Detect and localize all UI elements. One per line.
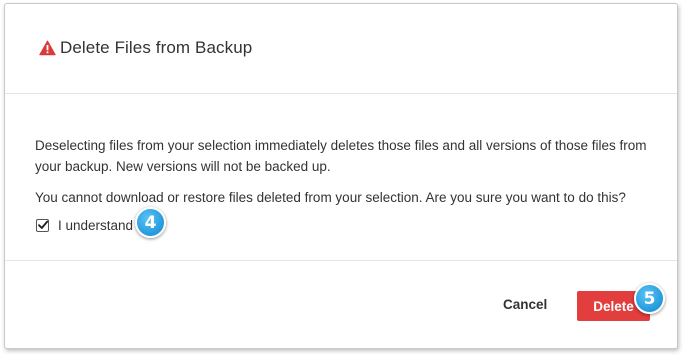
dialog-body: Deselecting files from your selection im… (5, 94, 677, 261)
step-badge-4: 4 (135, 207, 166, 238)
dialog-title: Delete Files from Backup (60, 38, 253, 57)
checkmark-icon (38, 220, 49, 229)
understand-checkbox-label[interactable]: I understand (58, 218, 133, 233)
dialog-footer: Cancel Delete 5 (5, 261, 677, 348)
step-badge-5: 5 (634, 283, 665, 314)
understand-checkbox[interactable] (36, 219, 49, 232)
confirm-question-text: You cannot download or restore files del… (35, 190, 626, 205)
dialog-title-row: Delete Files from Backup (39, 38, 252, 58)
deselect-warning-text: Deselecting files from your selection im… (35, 138, 647, 174)
cancel-button[interactable]: Cancel (503, 297, 547, 312)
delete-files-dialog: Delete Files from Backup Deselecting fil… (4, 3, 678, 349)
warning-triangle-icon (39, 40, 56, 56)
dialog-header: Delete Files from Backup (5, 4, 677, 94)
understand-checkbox-row[interactable]: I understand (36, 218, 133, 233)
